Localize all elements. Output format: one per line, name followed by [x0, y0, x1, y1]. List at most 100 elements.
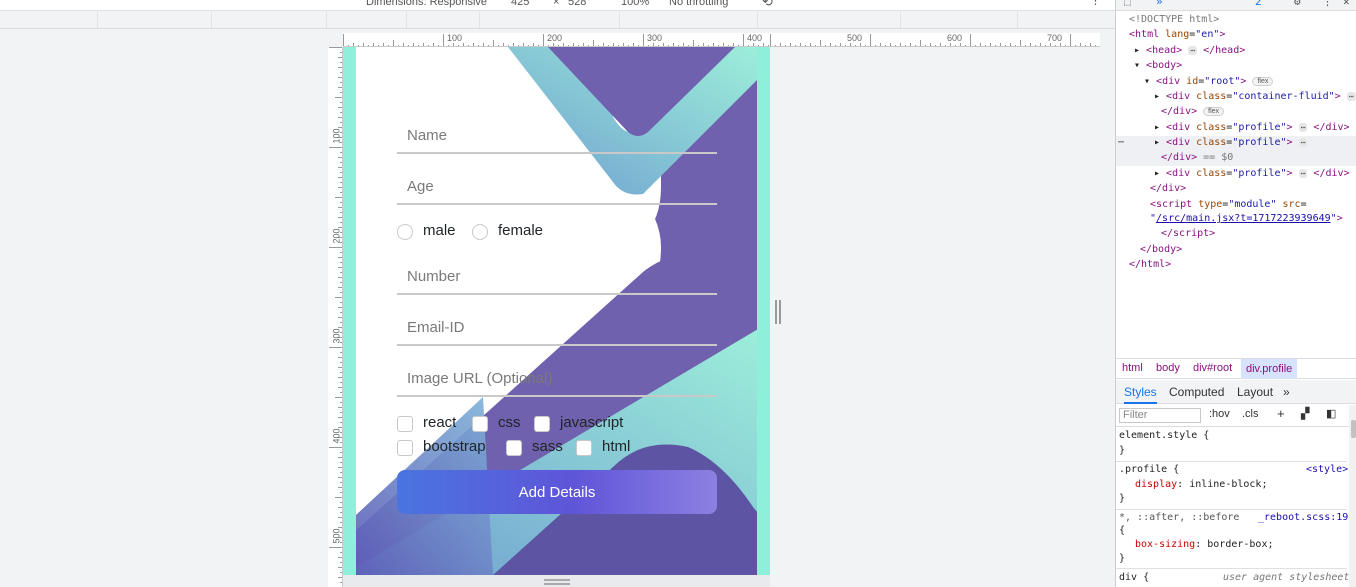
doctype-line[interactable]: <!DOCTYPE html> — [1129, 14, 1219, 25]
browser-window: Dimensions: Responsive 425 × 528 100% No… — [0, 0, 1356, 587]
cls-toggle[interactable]: .cls — [1242, 408, 1259, 420]
more-options-icon[interactable]: ⋮ — [1090, 0, 1101, 7]
inspect-icon[interactable]: ⬚ — [1124, 0, 1131, 8]
device-toolbar: Dimensions: Responsive 425 × 528 100% No… — [0, 0, 1115, 29]
media-query-bar[interactable] — [758, 12, 901, 28]
zoom-dropdown[interactable]: 100% — [621, 0, 649, 8]
bootstrap-checkbox[interactable] — [397, 440, 413, 456]
universal-rule-source[interactable]: _reboot.scss:19 — [1258, 512, 1348, 523]
filter-input[interactable]: Filter — [1119, 408, 1201, 423]
node-actions-icon[interactable]: ⋯ — [1118, 137, 1124, 148]
kebab-menu-icon[interactable]: ⋮ — [1322, 0, 1333, 8]
vertical-resize-handle[interactable] — [544, 579, 570, 585]
horizontal-resize-handle[interactable] — [775, 300, 781, 324]
throttling-dropdown[interactable]: No throttling — [669, 0, 728, 8]
div-rule-selector[interactable]: div { — [1119, 572, 1149, 583]
email-input[interactable] — [397, 310, 717, 344]
root-div-node[interactable]: ▾ <div id="root"> flex — [1144, 76, 1274, 87]
styles-tabbar: Styles Computed Layout » — [1116, 380, 1356, 404]
age-field[interactable] — [397, 169, 717, 205]
media-query-bar[interactable] — [901, 12, 1018, 28]
breadcrumb-html[interactable]: html — [1122, 362, 1143, 374]
breadcrumb-root[interactable]: div#root — [1193, 362, 1232, 374]
ruler-label: 500 — [847, 33, 863, 43]
issues-badge[interactable]: 2 — [1255, 0, 1262, 8]
profile-node-1[interactable]: ▸ <div class="profile"> ⋯ </div> — [1154, 122, 1350, 133]
width-input[interactable]: 425 — [511, 0, 529, 8]
media-query-bar[interactable] — [98, 12, 212, 28]
image-url-input[interactable] — [397, 361, 717, 395]
head-node[interactable]: ▸ <head> ⋯ </head> — [1134, 45, 1245, 56]
media-query-bar[interactable] — [0, 12, 98, 28]
script-src-link[interactable]: "/src/main.jsx?t=1717223939649"> — [1150, 213, 1343, 224]
age-input[interactable] — [397, 169, 717, 203]
dimensions-dropdown[interactable]: Dimensions: Responsive — [366, 0, 487, 8]
email-field[interactable] — [397, 310, 717, 346]
rotate-icon[interactable]: ⟲ — [762, 0, 773, 10]
profile-rule-declaration[interactable]: display: inline-block; — [1135, 479, 1267, 490]
universal-rule-open: { — [1119, 525, 1126, 536]
paint-icon[interactable]: ▞ — [1301, 407, 1309, 420]
tab-styles[interactable]: Styles — [1124, 385, 1157, 404]
add-rule-icon[interactable]: + — [1277, 406, 1285, 421]
number-input[interactable] — [397, 259, 717, 293]
universal-rule-selector[interactable]: *, ::after, ::before — [1119, 512, 1239, 523]
css-checkbox[interactable] — [472, 416, 488, 432]
media-query-bar[interactable] — [620, 12, 758, 28]
profile-node-2[interactable]: ▸ <div class="profile"> ⋯ — [1154, 137, 1308, 148]
script-node[interactable]: <script type="module" src= — [1150, 199, 1307, 210]
number-field[interactable] — [397, 259, 717, 295]
left-teal-border — [343, 47, 356, 575]
tab-computed[interactable]: Computed — [1169, 385, 1224, 399]
styles-scrollbar-thumb[interactable] — [1351, 420, 1356, 438]
element-style-close: } — [1119, 445, 1126, 456]
body-node[interactable]: ▾ <body> — [1134, 60, 1182, 71]
gear-icon[interactable]: ⚙ — [1294, 0, 1301, 8]
media-query-bar[interactable] — [327, 12, 407, 28]
devtools-panel: ⬚ » 2 ⚙ ⋮ ✕ <!DOCTYPE html> <html lang="… — [1115, 0, 1356, 587]
media-query-bar[interactable] — [212, 12, 327, 28]
breadcrumb-profile[interactable]: div.profile — [1241, 359, 1298, 379]
root-close-node[interactable]: </div> — [1150, 183, 1186, 194]
react-checkbox[interactable] — [397, 416, 413, 432]
container-fluid-node[interactable]: ▸ <div class="container-fluid"> ⋯ — [1154, 91, 1356, 102]
sidebar-toggle-icon[interactable]: ◧ — [1326, 407, 1336, 420]
horizontal-ruler: 100 200 300 400 — [343, 33, 770, 47]
sass-checkbox[interactable] — [506, 440, 522, 456]
media-query-bar[interactable] — [480, 12, 620, 28]
add-details-button[interactable]: Add Details — [397, 470, 717, 514]
container-close-node[interactable]: </div> flex — [1161, 106, 1225, 117]
javascript-checkbox[interactable] — [534, 416, 550, 432]
breadcrumb-body[interactable]: body — [1156, 362, 1180, 374]
image-url-field[interactable] — [397, 361, 717, 397]
script-close-node[interactable]: </script> — [1161, 228, 1215, 239]
profile-rule-source[interactable]: <style> — [1306, 464, 1348, 475]
height-input[interactable]: 528 — [568, 0, 586, 8]
profile-rule-selector[interactable]: .profile { — [1119, 464, 1179, 475]
name-input[interactable] — [397, 118, 717, 152]
female-radio[interactable] — [472, 224, 488, 240]
close-icon[interactable]: ✕ — [1343, 0, 1350, 8]
male-label: male — [423, 222, 456, 239]
ruler-label: 100 — [447, 33, 463, 43]
more-tabs-icon[interactable]: » — [1283, 385, 1290, 399]
profile-rule-close: } — [1119, 493, 1126, 504]
rule-separator — [1116, 509, 1347, 510]
name-field[interactable] — [397, 118, 717, 154]
media-query-bar[interactable] — [407, 12, 480, 28]
right-teal-border — [757, 47, 770, 575]
elements-tab-icon[interactable]: » — [1156, 0, 1163, 8]
html-close-node[interactable]: </html> — [1129, 259, 1171, 270]
hov-toggle[interactable]: :hov — [1209, 408, 1230, 420]
profile-node-3[interactable]: ▸ <div class="profile"> ⋯ </div> — [1154, 168, 1350, 179]
javascript-label: javascript — [560, 414, 624, 431]
element-style-rule[interactable]: element.style { — [1119, 430, 1209, 441]
profile-close-node[interactable]: </div> == $0 — [1161, 152, 1233, 163]
tab-layout[interactable]: Layout — [1237, 385, 1273, 399]
html-node[interactable]: <html lang="en"> — [1129, 29, 1225, 40]
universal-rule-declaration[interactable]: box-sizing: border-box; — [1135, 539, 1274, 550]
html-checkbox[interactable] — [576, 440, 592, 456]
male-radio[interactable] — [397, 224, 413, 240]
body-close-node[interactable]: </body> — [1140, 244, 1182, 255]
ruler-label: 200 — [547, 33, 563, 43]
